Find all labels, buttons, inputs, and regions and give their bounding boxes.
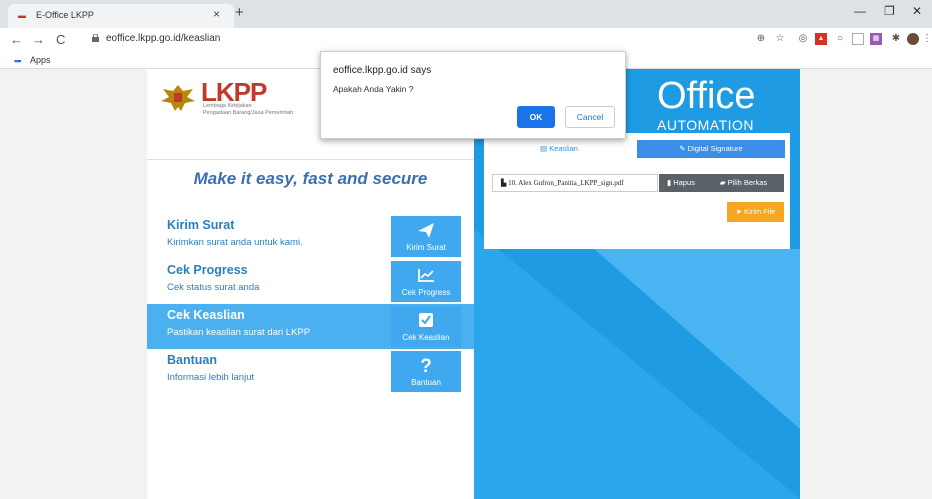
puzzle-icon[interactable]: ✱ bbox=[890, 33, 902, 45]
menu-title: Kirim Surat bbox=[167, 218, 235, 232]
menu-button-label: Kirim Surat bbox=[406, 243, 446, 252]
menu-bantuan[interactable]: Bantuan Informasi lebih lanjut ? Bantuan bbox=[147, 349, 474, 394]
svg-text:?: ? bbox=[420, 356, 432, 375]
extension-circle-icon[interactable]: ○ bbox=[834, 33, 846, 45]
tab-keaslian-label: Keaslian bbox=[549, 144, 578, 153]
menu-button-label: Cek Keaslian bbox=[402, 333, 450, 342]
document-icon: ▤ bbox=[540, 144, 550, 153]
hapus-button[interactable]: ▮ Hapus bbox=[659, 174, 703, 192]
checkbox-icon bbox=[419, 313, 433, 327]
logo-subtitle-1: Lembaga Kebijakan bbox=[203, 103, 252, 109]
menu-dots-icon[interactable]: ⋮ bbox=[922, 33, 932, 45]
hapus-label: Hapus bbox=[673, 178, 695, 187]
automation-subtitle: AUTOMATION bbox=[657, 117, 755, 133]
menu-button-label: Cek Progress bbox=[401, 288, 451, 297]
garuda-emblem-icon bbox=[161, 85, 195, 111]
minimize-button[interactable]: — bbox=[854, 4, 866, 18]
extension-square-icon[interactable] bbox=[852, 33, 864, 45]
logo-subtitle-2: Pengadaan Barang/Jasa Pemerintah bbox=[203, 110, 294, 116]
verification-card: ▤ Keaslian ✎ Digital Signature ▙ 10. Ale… bbox=[484, 133, 790, 249]
confirm-dialog: eoffice.lkpp.go.id says Apakah Anda Yaki… bbox=[320, 51, 626, 139]
browser-toolbar: ← → C eoffice.lkpp.go.id/keaslian ⊕ ☆ ◎ … bbox=[0, 28, 932, 52]
menu-title: Cek Progress bbox=[167, 263, 248, 277]
address-bar[interactable]: eoffice.lkpp.go.id/keaslian bbox=[82, 31, 842, 49]
chart-icon bbox=[418, 269, 434, 282]
tab-keaslian[interactable]: ▤ Keaslian bbox=[484, 140, 634, 158]
close-window-button[interactable]: ✕ bbox=[912, 4, 922, 18]
camera-icon[interactable]: ◎ bbox=[797, 33, 809, 45]
cek-keaslian-button[interactable]: Cek Keaslian bbox=[391, 306, 461, 347]
tab-title: E-Office LKPP bbox=[36, 10, 94, 20]
menu-desc: Pastikan keaslian surat dari LKPP bbox=[167, 327, 311, 338]
url-text: eoffice.lkpp.go.id/keaslian bbox=[106, 33, 221, 44]
browser-tab-bar: ▬ E-Office LKPP × + — ❐ ✕ bbox=[0, 0, 932, 28]
menu-title: Cek Keaslian bbox=[167, 308, 245, 322]
pen-icon: ✎ bbox=[679, 144, 688, 153]
profile-avatar[interactable] bbox=[907, 33, 919, 45]
menu-cek-progress[interactable]: Cek Progress Cek status surat anda Cek P… bbox=[147, 259, 474, 304]
kirim-file-label: Kirim File bbox=[744, 207, 776, 216]
cek-progress-button[interactable]: Cek Progress bbox=[391, 261, 461, 302]
browser-tab[interactable]: ▬ E-Office LKPP × bbox=[8, 4, 234, 28]
send-small-icon: ➤ bbox=[735, 207, 745, 216]
bantuan-button[interactable]: ? Bantuan bbox=[391, 351, 461, 392]
send-icon bbox=[418, 223, 434, 238]
tab-close-icon[interactable]: × bbox=[213, 7, 220, 21]
forward-icon[interactable]: → bbox=[32, 32, 45, 47]
question-icon: ? bbox=[420, 356, 432, 375]
tab-digital-signature-label: Digital Signature bbox=[687, 144, 743, 153]
apps-grid-icon[interactable]: ▪▪▪ bbox=[14, 56, 22, 66]
menu-desc: Informasi lebih lanjut bbox=[167, 372, 255, 383]
pilih-berkas-button[interactable]: ▰ Pilih Berkas bbox=[703, 174, 784, 192]
kirim-file-button[interactable]: ➤ Kirim File bbox=[727, 202, 784, 222]
new-tab-button[interactable]: + bbox=[235, 4, 244, 21]
tab-digital-signature[interactable]: ✎ Digital Signature bbox=[637, 140, 785, 158]
office-title: Office bbox=[657, 75, 756, 117]
star-icon[interactable]: ☆ bbox=[774, 33, 786, 45]
reload-icon[interactable]: C bbox=[56, 32, 65, 47]
ok-button[interactable]: OK bbox=[517, 106, 555, 128]
menu-title: Bantuan bbox=[167, 353, 217, 367]
extension-calendar-icon[interactable]: ▦ bbox=[870, 33, 882, 45]
tagline: Make it easy, fast and secure bbox=[193, 169, 428, 188]
file-name: 10. Alex Gufron_Panitia_LKPP_sign.pdf bbox=[508, 179, 624, 187]
file-name-field[interactable]: ▙ 10. Alex Gufron_Panitia_LKPP_sign.pdf bbox=[492, 174, 658, 192]
divider bbox=[147, 159, 474, 160]
menu-cek-keaslian[interactable]: Cek Keaslian Pastikan keaslian surat dar… bbox=[147, 304, 474, 349]
dialog-message: Apakah Anda Yakin ? bbox=[333, 84, 414, 94]
lock-icon bbox=[92, 34, 99, 42]
menu-button-label: Bantuan bbox=[411, 378, 441, 387]
apps-bookmark[interactable]: Apps bbox=[30, 55, 51, 65]
maximize-button[interactable]: ❐ bbox=[884, 4, 895, 18]
pilih-berkas-label: Pilih Berkas bbox=[727, 178, 768, 187]
extension-red-icon[interactable]: ▲ bbox=[815, 33, 827, 45]
folder-icon: ▰ bbox=[719, 178, 728, 187]
favicon-icon: ▬ bbox=[18, 11, 26, 20]
cancel-button[interactable]: Cancel bbox=[565, 106, 615, 128]
dialog-title: eoffice.lkpp.go.id says bbox=[333, 65, 432, 76]
back-icon[interactable]: ← bbox=[10, 32, 23, 47]
menu-desc: Cek status surat anda bbox=[167, 282, 260, 293]
menu-kirim-surat[interactable]: Kirim Surat Kirimkan surat anda untuk ka… bbox=[147, 214, 474, 259]
zoom-icon[interactable]: ⊕ bbox=[755, 33, 767, 45]
menu-desc: Kirimkan surat anda untuk kami. bbox=[167, 237, 303, 248]
kirim-surat-button[interactable]: Kirim Surat bbox=[391, 216, 461, 257]
